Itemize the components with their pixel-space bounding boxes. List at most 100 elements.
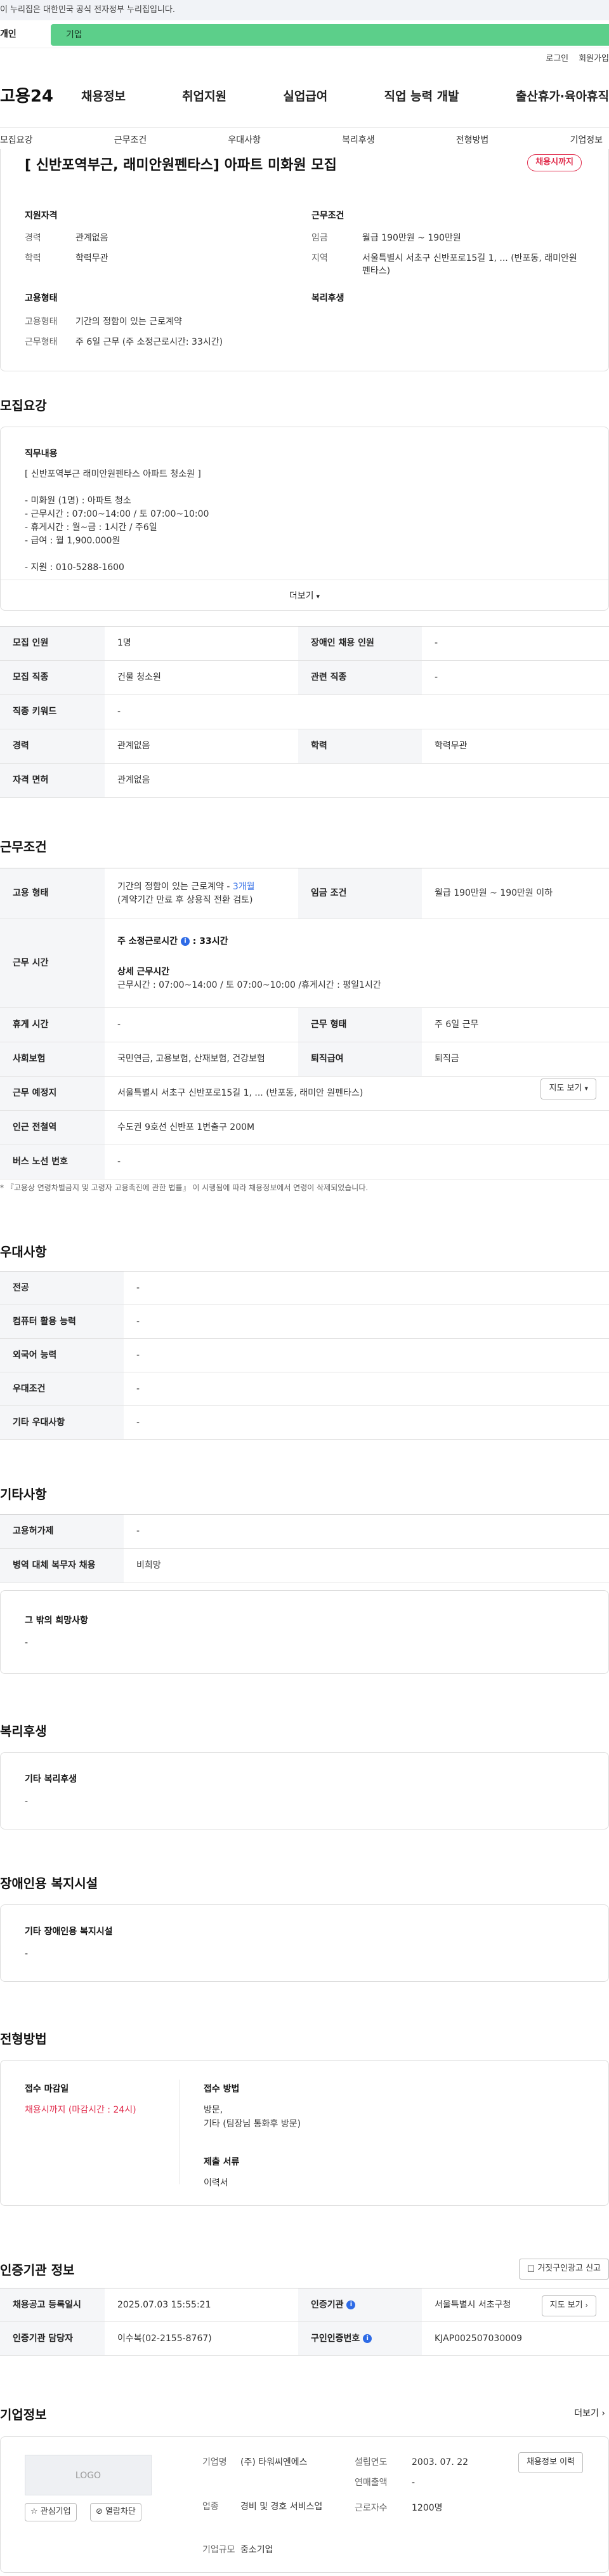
site-logo[interactable]: 고용24 bbox=[0, 85, 53, 109]
row-key: 인근 전철역 bbox=[0, 1110, 105, 1145]
subnav-recruit[interactable]: 모집요강 bbox=[0, 134, 33, 147]
recruit-history-button[interactable]: 채용정보 이력 bbox=[518, 2452, 583, 2473]
more-label: 더보기 bbox=[289, 591, 314, 601]
size-label: 기업규모 bbox=[202, 2545, 235, 2555]
row-key: 자격 면허 bbox=[0, 763, 105, 798]
table-row: 컴퓨터 활용 능력 - bbox=[0, 1305, 609, 1339]
table-row: 인증기관 담당자 이수복(02-2155-8767) 구인인증번호 i KJAP0… bbox=[0, 2321, 609, 2356]
exp-value: 관계없음 bbox=[75, 233, 108, 243]
row-value: - bbox=[422, 626, 609, 661]
gnb-item-jobs[interactable]: 채용정보 bbox=[81, 88, 126, 106]
staff-label: 근로자수 bbox=[355, 2503, 388, 2513]
company-title: 기업정보 bbox=[0, 2407, 47, 2422]
map-label: 지도 보기 bbox=[549, 2300, 583, 2310]
row-key: 고용허가제 bbox=[0, 1514, 124, 1549]
duty-line: - 지원 : 010-5288-1600 bbox=[25, 562, 124, 573]
org-key-label: 인증기관 bbox=[311, 2299, 344, 2310]
login-link[interactable]: 로그인 bbox=[546, 54, 568, 63]
industry-value: 경비 및 경호 서비스업 bbox=[240, 2502, 323, 2512]
row-key: 장애인 채용 인원 bbox=[298, 626, 422, 661]
subnav-pref[interactable]: 우대사항 bbox=[228, 134, 261, 147]
gnb-item-employment-support[interactable]: 취업지원 bbox=[182, 88, 226, 106]
recruit-table: 모집 인원 1명 장애인 채용 인원 - 모집 직종 건물 청소원 관련 직종 - 직종… bbox=[0, 626, 609, 798]
pref-title: 우대사항 bbox=[0, 1244, 47, 1259]
edu-label: 학력 bbox=[25, 253, 41, 263]
cert-org-key: 인증기관 i bbox=[298, 2288, 422, 2322]
row-value: - bbox=[124, 1338, 609, 1372]
interest-company-button[interactable]: ☆ 관심기업 bbox=[25, 2503, 77, 2521]
duty-more-button[interactable]: 더보기 ▾ bbox=[1, 590, 608, 602]
row-value: 1명 bbox=[105, 626, 298, 661]
info-icon[interactable]: i bbox=[180, 937, 190, 946]
chevron-right-icon: › bbox=[585, 2301, 588, 2309]
deadline-value: 채용시까지 (마감시간 : 24시) bbox=[25, 2105, 136, 2115]
row-value: 월급 190만원 ~ 190만원 이하 bbox=[422, 868, 609, 919]
staff-value: 1200명 bbox=[412, 2503, 443, 2513]
row-value: 관계없음 bbox=[105, 729, 298, 764]
row-key: 인증기관 담당자 bbox=[0, 2321, 105, 2356]
row-value: - bbox=[105, 694, 609, 729]
table-row: 고용허가제 - bbox=[0, 1514, 609, 1549]
table-row: 채용공고 등록일시 2025.07.03 15:55:21 인증기관 i 서울특별… bbox=[0, 2288, 609, 2322]
subnav-company[interactable]: 기업정보 bbox=[570, 134, 603, 147]
sales-label: 연매출액 bbox=[355, 2478, 388, 2488]
table-row: 사회보험 국민연금, 고용보험, 산재보험, 건강보험 퇴직급여 퇴직금 bbox=[0, 1042, 609, 1077]
info-icon[interactable]: i bbox=[363, 2334, 372, 2343]
block-view-button[interactable]: ⊘ 열람차단 bbox=[90, 2503, 141, 2521]
gov-notice-text: 이 누리집은 대한민국 공식 전자정부 누리집입니다. bbox=[0, 5, 175, 15]
name-label: 기업명 bbox=[202, 2457, 227, 2467]
false-ad-report-button[interactable]: □ 거짓구인광고 신고 bbox=[518, 2259, 609, 2280]
row-value: 이수복(02-2155-8767) bbox=[105, 2321, 298, 2356]
row-value: 퇴직금 bbox=[422, 1042, 609, 1077]
duty-line: - 휴게시간 : 월~금 : 1시간 / 주6일 bbox=[25, 522, 157, 533]
table-row: 직종 키워드 - bbox=[0, 694, 609, 729]
utility-links: 로그인 회원가입 bbox=[535, 53, 609, 65]
subnav-screening[interactable]: 전형방법 bbox=[456, 134, 489, 147]
subnav-welfare[interactable]: 복리후생 bbox=[342, 134, 375, 147]
etc-table: 고용허가제 - 병역 대체 복무자 채용 비희망 bbox=[0, 1514, 609, 1583]
row-key: 사회보험 bbox=[0, 1042, 105, 1077]
table-row: 기타 우대사항 - bbox=[0, 1405, 609, 1440]
gnb-item-vocational-training[interactable]: 직업 능력 개발 bbox=[384, 88, 459, 106]
screen-card: 접수 마감일 채용시까지 (마감시간 : 24시) 접수 방법 방문, 기타 (… bbox=[0, 2060, 609, 2206]
subnav-work[interactable]: 근무조건 bbox=[114, 134, 147, 147]
row-key: 근무 시간 bbox=[0, 919, 105, 1008]
welfare-heading: 복리후생 bbox=[311, 293, 344, 303]
gnb-item-unemployment-benefit[interactable]: 실업급여 bbox=[283, 88, 327, 106]
global-nav: 채용정보 취업지원 실업급여 직업 능력 개발 출산휴가·육아휴직 bbox=[81, 88, 609, 106]
industry-label: 업종 bbox=[202, 2502, 219, 2512]
docs-heading: 제출 서류 bbox=[204, 2157, 240, 2167]
duty-line: - 급여 : 월 1,900.000원 bbox=[25, 536, 121, 546]
duty-spacer bbox=[25, 548, 209, 561]
row-key: 퇴직급여 bbox=[298, 1042, 422, 1077]
tab-individual[interactable]: 개인 bbox=[0, 28, 16, 41]
block-label: 열람차단 bbox=[105, 2507, 136, 2516]
map-view-button[interactable]: 지도 보기 ▾ bbox=[540, 1079, 596, 1099]
map-view-label: 지도 보기 bbox=[549, 1084, 582, 1093]
disab-card: 기타 장애인용 복지시설 - bbox=[0, 1904, 609, 1982]
row-key: 전공 bbox=[0, 1271, 124, 1305]
tab-enterprise[interactable]: 기업 bbox=[51, 24, 609, 46]
info-icon[interactable]: i bbox=[346, 2300, 356, 2309]
hours-detail-heading: 상세 근무시간 bbox=[117, 967, 170, 978]
worktype-label: 근무형태 bbox=[25, 337, 58, 347]
table-row: 휴게 시간 - 근무 형태 주 6일 근무 bbox=[0, 1007, 609, 1042]
welfare-title: 복리후생 bbox=[0, 1723, 47, 1739]
duty-line: [ 신반포역부근 래미안원펜타스 아파트 청소원 ] bbox=[25, 469, 201, 479]
emptype-value: 기간의 정함이 있는 근로계약 bbox=[75, 317, 182, 327]
region-value: 서울특별시 서초구 신반포로15길 1, ... (반포동, 래미안원펜타스) bbox=[362, 253, 577, 277]
recruit-title: 모집요강 bbox=[0, 398, 47, 413]
company-more-link[interactable]: 더보기 › bbox=[574, 2407, 605, 2420]
row-key: 직종 키워드 bbox=[0, 694, 105, 729]
cert-map-button[interactable]: 지도 보기 › bbox=[541, 2295, 596, 2316]
user-type-tabs: 개인 기업 bbox=[0, 20, 609, 48]
table-row: 외국어 능력 - bbox=[0, 1338, 609, 1372]
signup-link[interactable]: 회원가입 bbox=[579, 54, 609, 63]
gnb-item-parental-leave[interactable]: 출산휴가·육아휴직 bbox=[516, 88, 609, 106]
company-card: LOGO ☆ 관심기업 ⊘ 열람차단 기업명 (주) 타워씨엔에스 업종 경비 … bbox=[0, 2436, 609, 2573]
table-row: 버스 노선 번호 - bbox=[0, 1145, 609, 1179]
tab-enterprise-label: 기업 bbox=[66, 30, 82, 40]
row-key: 모집 직종 bbox=[0, 660, 105, 695]
cert-title: 인증기관 정보 bbox=[0, 2262, 75, 2278]
method-line1: 방문, bbox=[204, 2105, 223, 2115]
